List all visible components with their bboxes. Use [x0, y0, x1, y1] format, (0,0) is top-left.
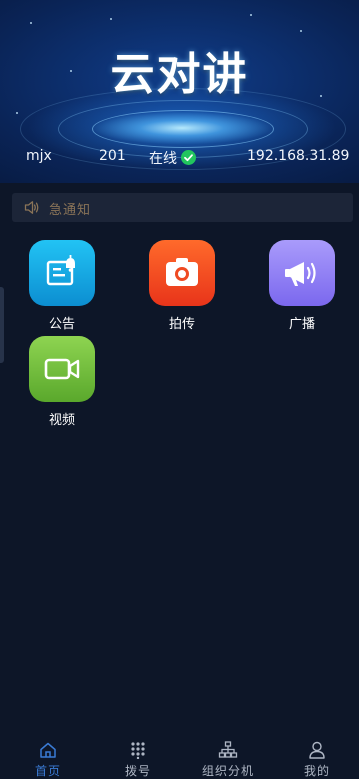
- notice-text: 急通知: [49, 203, 92, 218]
- dialpad-icon: [131, 742, 145, 759]
- app-photo-upload[interactable]: 拍传: [148, 240, 216, 332]
- home-icon: [40, 742, 56, 758]
- online-status: 在线: [149, 151, 177, 167]
- org-tree-icon: [218, 741, 238, 758]
- app-label: 拍传: [168, 317, 195, 332]
- tab-home[interactable]: 首页: [18, 741, 78, 778]
- app-label: 公告: [48, 317, 75, 332]
- sparkle: [250, 14, 252, 16]
- sparkle: [16, 112, 18, 114]
- notice-bar[interactable]: 急通知: [12, 193, 353, 222]
- tab-org-extensions[interactable]: 组织分机: [198, 741, 258, 778]
- tab-dial[interactable]: 拨号: [108, 741, 168, 778]
- video-camera-icon: [29, 336, 95, 402]
- sparkle: [300, 30, 302, 32]
- check-circle-icon: [181, 150, 196, 165]
- megaphone-icon: [269, 240, 335, 306]
- extension-number: 201: [99, 148, 126, 164]
- camera-icon: [149, 240, 215, 306]
- announcement-icon: [29, 240, 95, 306]
- tab-label: 我的: [303, 764, 330, 778]
- status-row: mjx 201 在线 192.168.31.89: [0, 148, 359, 168]
- user-name: mjx: [26, 148, 52, 164]
- tab-label: 拨号: [124, 764, 151, 778]
- app-video[interactable]: 视频: [28, 336, 96, 428]
- sparkle: [30, 22, 32, 24]
- app-label: 广播: [288, 317, 315, 332]
- app-announcement[interactable]: 公告: [28, 240, 96, 332]
- ip-address: 192.168.31.89: [247, 148, 350, 164]
- speaker-icon: [24, 201, 39, 214]
- tab-label: 首页: [34, 764, 61, 778]
- app-title: 云对讲: [110, 49, 249, 100]
- app-broadcast[interactable]: 广播: [268, 240, 336, 332]
- tab-label: 组织分机: [201, 764, 254, 778]
- side-drawer-handle[interactable]: [0, 287, 4, 363]
- app-label: 视频: [48, 413, 75, 428]
- user-icon: [309, 741, 325, 759]
- tab-profile[interactable]: 我的: [287, 741, 347, 778]
- sparkle: [110, 18, 112, 20]
